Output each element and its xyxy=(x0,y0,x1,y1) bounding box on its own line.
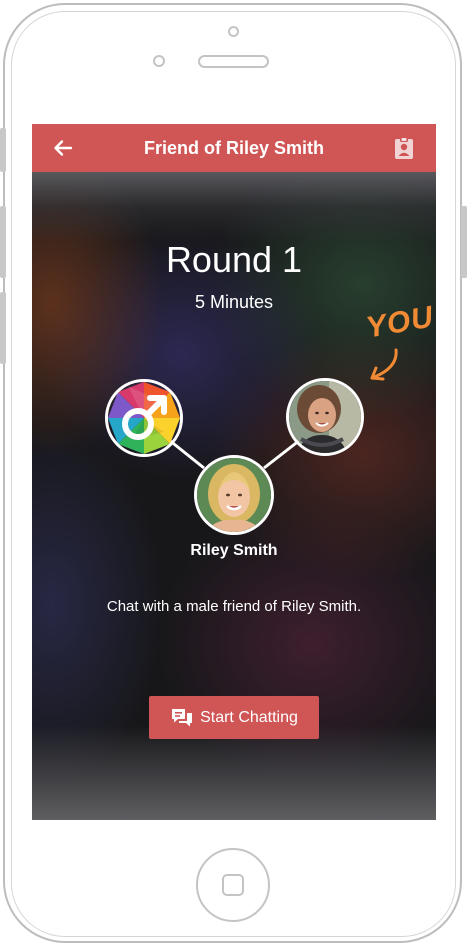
riley-smith-photo xyxy=(197,458,271,532)
arrow-back-icon[interactable] xyxy=(53,138,73,158)
male-symbol-icon xyxy=(108,382,180,454)
your-photo xyxy=(289,381,361,453)
earpiece-speaker xyxy=(198,55,269,68)
start-chatting-button[interactable]: Start Chatting xyxy=(149,696,319,739)
app-screen: Friend of Riley Smith Round 1 5 Minutes … xyxy=(32,124,436,820)
round-title: Round 1 xyxy=(165,239,303,280)
home-button[interactable] xyxy=(196,848,270,922)
male-gender-avatar xyxy=(105,379,183,457)
curved-arrow-icon xyxy=(370,348,398,381)
volume-down-button xyxy=(0,292,6,364)
proximity-sensor xyxy=(153,55,165,67)
mute-switch xyxy=(0,128,6,172)
your-avatar[interactable] xyxy=(286,378,364,456)
clipboard-account-icon[interactable] xyxy=(394,136,414,160)
home-square-icon xyxy=(222,874,244,896)
volume-up-button xyxy=(0,206,6,278)
power-button xyxy=(461,206,467,278)
front-camera xyxy=(228,26,239,37)
round-description: Chat with a male friend of Riley Smith. xyxy=(106,598,362,615)
riley-smith-avatar[interactable] xyxy=(194,455,274,535)
page-title: Friend of Riley Smith xyxy=(143,138,325,158)
center-person-name: Riley Smith xyxy=(190,542,278,559)
chat-bubbles-icon xyxy=(172,708,193,726)
start-chatting-label: Start Chatting xyxy=(200,708,298,726)
app-bar: Friend of Riley Smith xyxy=(32,124,436,172)
